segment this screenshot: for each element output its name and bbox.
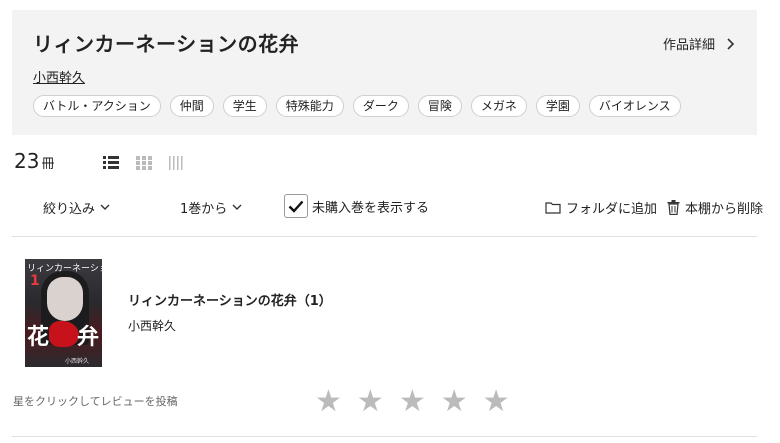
add-to-folder-button[interactable]: フォルダに追加 (545, 198, 657, 217)
checkmark-icon (288, 200, 304, 213)
trash-icon (667, 200, 680, 215)
tag-chip[interactable]: 特殊能力 (275, 95, 344, 117)
book-title[interactable]: リィンカーネーションの花弁（1） (128, 290, 332, 309)
divider (12, 236, 757, 237)
divider (12, 436, 757, 437)
volume-count-value: 23 (14, 149, 40, 173)
tag-chip[interactable]: ダーク (352, 95, 409, 117)
tag-chip[interactable]: バイオレンス (588, 95, 681, 117)
series-detail-link[interactable]: 作品詳細 (663, 34, 735, 53)
star-5-icon[interactable]: ★ (483, 387, 510, 417)
tag-chip[interactable]: 仲間 (169, 95, 214, 117)
series-header: リィンカーネーションの花弁 作品詳細 小西幹久 バトル・アクション 仲間 学生 … (12, 10, 757, 135)
star-4-icon[interactable]: ★ (441, 387, 468, 417)
volume-count-unit: 冊 (41, 157, 55, 172)
show-unpurchased-toggle[interactable]: 未購入巻を表示する (284, 194, 429, 218)
cover-kanji-right: 弁 (77, 325, 100, 350)
cover-author: 小西幹久 (65, 358, 90, 365)
tag-chip[interactable]: バトル・アクション (33, 95, 161, 117)
remove-from-shelf-button[interactable]: 本棚から削除 (667, 198, 763, 217)
cover-volume: 1 (30, 273, 40, 289)
sort-dropdown[interactable]: 1巻から (180, 198, 242, 217)
tag-chip[interactable]: 学生 (222, 95, 267, 117)
star-3-icon[interactable]: ★ (399, 387, 426, 417)
cover-kanji-left: 花 (27, 325, 50, 350)
tag-chip[interactable]: 冒険 (417, 95, 462, 117)
cover-art-splatter (49, 321, 79, 347)
show-unpurchased-checkbox[interactable] (284, 194, 308, 218)
star-rating: ★ ★ ★ ★ ★ (315, 387, 510, 417)
review-prompt: 星をクリックしてレビューを投稿 (13, 395, 178, 408)
view-mode-switcher (103, 155, 185, 170)
filter-label: 絞り込み (43, 202, 96, 217)
add-to-folder-label: フォルダに追加 (566, 202, 658, 217)
folder-icon (545, 202, 561, 214)
chevron-down-icon (232, 204, 242, 210)
list-view-icon[interactable] (103, 155, 119, 169)
filter-dropdown[interactable]: 絞り込み (43, 198, 110, 217)
cover-art-face (47, 277, 83, 321)
chevron-down-icon (100, 204, 110, 210)
sort-label: 1巻から (180, 202, 228, 217)
tag-chip[interactable]: 学園 (535, 95, 580, 117)
detail-link-label: 作品詳細 (662, 38, 715, 53)
book-cover[interactable]: リィンカーネーションの 1 花 弁 小西幹久 (25, 259, 102, 367)
grid-view-icon[interactable] (136, 155, 152, 170)
volume-count: 23 冊 (14, 149, 54, 173)
series-author-link[interactable]: 小西幹久 (33, 67, 85, 86)
spine-view-icon[interactable] (169, 155, 185, 170)
tag-chip[interactable]: メガネ (470, 95, 527, 117)
star-2-icon[interactable]: ★ (357, 387, 384, 417)
chevron-right-icon (727, 37, 735, 50)
series-title: リィンカーネーションの花弁 (33, 32, 300, 56)
remove-from-shelf-label: 本棚から削除 (685, 202, 764, 217)
book-author: 小西幹久 (128, 319, 177, 333)
show-unpurchased-label: 未購入巻を表示する (312, 200, 430, 216)
tag-list: バトル・アクション 仲間 学生 特殊能力 ダーク 冒険 メガネ 学園 バイオレン… (33, 95, 681, 117)
star-1-icon[interactable]: ★ (315, 387, 342, 417)
